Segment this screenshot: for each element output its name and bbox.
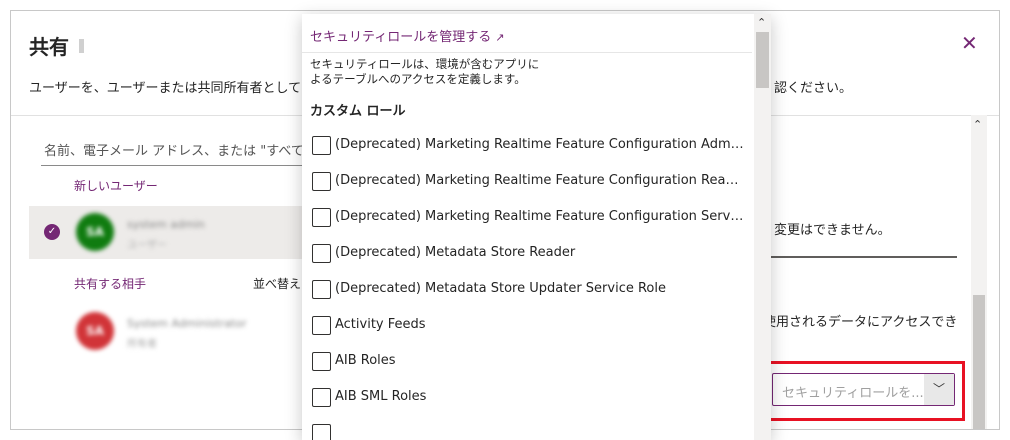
- role-label: AIB Roles: [335, 353, 396, 368]
- title-redacted-text: [79, 39, 84, 53]
- role-option[interactable]: (Deprecated) Marketing Realtime Feature …: [312, 170, 745, 194]
- role-option[interactable]: AIB Roles: [312, 350, 744, 374]
- highlight-box: セキュリティロールを... ﹀: [761, 361, 965, 421]
- role-label: Activity Feeds: [335, 317, 426, 332]
- checkbox[interactable]: [312, 172, 331, 191]
- chevron-down-icon[interactable]: ﹀: [924, 374, 954, 405]
- role-option[interactable]: (Deprecated) Metadata Store Reader: [312, 242, 744, 266]
- dialog-title: 共有: [29, 35, 69, 59]
- checkbox[interactable]: [312, 136, 331, 155]
- role-option[interactable]: (Deprecated) Marketing Realtime Feature …: [312, 134, 745, 158]
- field-underline: [760, 256, 957, 258]
- role-label: AIB SML Roles: [335, 389, 427, 404]
- screen: 共有 ✕ ユーザーを、ユーザーまたは共同所有者として 認ください。 名前、電子メ…: [0, 0, 1010, 440]
- panel-scrollbar[interactable]: ⌃: [754, 14, 771, 440]
- selected-user-row[interactable]: ✓ SA system admin ユーザー: [29, 206, 311, 259]
- checkbox[interactable]: [312, 388, 331, 407]
- role-option[interactable]: AIB SML Roles: [312, 386, 744, 410]
- role-option[interactable]: (Deprecated) Marketing Realtime Feature …: [312, 206, 745, 230]
- checkbox[interactable]: [312, 244, 331, 263]
- external-link-icon: ↗: [495, 31, 505, 44]
- role-label: (Deprecated) Marketing Realtime Feature …: [335, 137, 745, 152]
- sort-button[interactable]: 並べ替え: [253, 275, 301, 292]
- new-user-link[interactable]: 新しいユーザー: [74, 177, 158, 194]
- role-option[interactable]: (Deprecated) Metadata Store Updater Serv…: [312, 278, 744, 302]
- dialog-description: ユーザーを、ユーザーまたは共同所有者として: [29, 81, 302, 96]
- role-label: (Deprecated) Marketing Realtime Feature …: [335, 209, 745, 224]
- role-label: (Deprecated) Metadata Store Reader: [335, 245, 576, 260]
- section-title: カスタム ロール: [310, 104, 406, 119]
- manage-roles-label: セキュリティロールを管理する: [310, 30, 492, 45]
- dropdown-placeholder: セキュリティロールを...: [782, 386, 924, 401]
- checkbox[interactable]: [312, 208, 331, 227]
- role-option[interactable]: Activity Feeds: [312, 314, 744, 338]
- avatar: SA: [76, 312, 114, 350]
- role-option-partial[interactable]: [312, 422, 744, 440]
- checkbox[interactable]: [312, 316, 331, 335]
- scrollbar-thumb[interactable]: [756, 32, 769, 88]
- security-role-panel: セキュリティロールを管理する ↗ セキュリティロールは、環境が含むアプリによるテー…: [302, 14, 771, 440]
- user-name: system admin: [127, 218, 205, 231]
- checkbox[interactable]: [312, 280, 331, 299]
- dialog-scrollbar[interactable]: ⌃: [971, 115, 987, 429]
- avatar: SA: [76, 213, 114, 251]
- checkbox[interactable]: [312, 352, 331, 371]
- permission-note: 変更はできません。: [774, 223, 891, 238]
- shared-with-label[interactable]: 共有する相手: [74, 275, 146, 292]
- user-subtitle: 所有者: [127, 339, 157, 350]
- dialog-description-tail: 認ください。: [774, 81, 853, 96]
- close-icon[interactable]: ✕: [961, 31, 978, 55]
- scroll-up-icon[interactable]: ⌃: [757, 16, 766, 29]
- scrollbar-thumb[interactable]: [973, 295, 985, 429]
- role-label: (Deprecated) Metadata Store Updater Serv…: [335, 281, 666, 296]
- user-subtitle: ユーザー: [127, 240, 167, 251]
- security-role-dropdown[interactable]: セキュリティロールを... ﹀: [772, 373, 955, 406]
- scroll-up-icon[interactable]: ⌃: [973, 118, 982, 131]
- user-name: System Administrator: [127, 317, 247, 330]
- data-access-note: 使用されるデータにアクセスでき: [763, 315, 958, 330]
- shared-user-row[interactable]: SA System Administrator 所有者: [29, 309, 311, 353]
- role-label: (Deprecated) Marketing Realtime Feature …: [335, 173, 745, 188]
- panel-divider: [302, 52, 752, 53]
- manage-roles-link[interactable]: セキュリティロールを管理する ↗: [310, 26, 504, 45]
- checkbox[interactable]: [312, 424, 331, 440]
- panel-description: セキュリティロールは、環境が含むアプリによるテーブルへのアクセスを定義します。: [310, 57, 540, 86]
- user-search-input[interactable]: 名前、電子メール アドレス、または "すべての: [41, 136, 311, 166]
- checkmark-icon: ✓: [44, 224, 60, 240]
